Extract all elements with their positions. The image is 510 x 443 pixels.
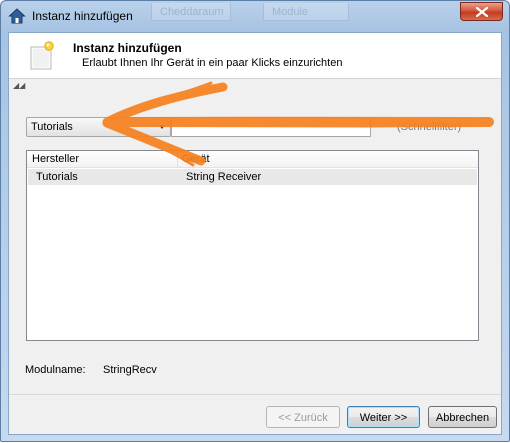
new-instance-icon bbox=[28, 41, 56, 71]
wizard-subtitle: Erlaubt Ihnen Ihr Gerät in ein paar Klic… bbox=[82, 57, 343, 69]
quick-filter-input[interactable] bbox=[171, 117, 371, 137]
window-title: Instanz hinzufügen bbox=[32, 9, 133, 23]
background-tab: Cheddaraum bbox=[151, 3, 231, 21]
collapse-header-icon[interactable]: ◢◢ bbox=[13, 82, 25, 90]
quick-filter-placeholder: (Schnellfilter) bbox=[397, 121, 462, 133]
cell-manufacturer: Tutorials bbox=[36, 171, 78, 183]
back-button[interactable]: << Zurück bbox=[266, 406, 340, 428]
column-header-device[interactable]: Gerät bbox=[182, 153, 210, 165]
wizard-title: Instanz hinzufügen bbox=[73, 41, 182, 55]
cancel-button[interactable]: Abbrechen bbox=[428, 406, 497, 428]
home-icon bbox=[8, 7, 26, 25]
device-list[interactable]: Hersteller Gerät Tutorials String Receiv… bbox=[26, 150, 479, 341]
module-name-value: StringRecv bbox=[103, 364, 157, 376]
column-header-manufacturer[interactable]: Hersteller bbox=[32, 153, 79, 165]
footer-separator bbox=[9, 394, 501, 395]
wizard-header: Instanz hinzufügen Erlaubt Ihnen Ihr Ger… bbox=[9, 33, 501, 79]
dialog-window: Instanz hinzufügen Cheddaraum Module Ins… bbox=[0, 0, 510, 442]
title-bar[interactable]: Instanz hinzufügen Cheddaraum Module bbox=[1, 1, 509, 31]
close-button[interactable] bbox=[460, 2, 503, 21]
table-row[interactable]: Tutorials String Receiver bbox=[28, 169, 477, 185]
list-header: Hersteller Gerät bbox=[27, 151, 478, 168]
module-name-label: Modulname: bbox=[25, 364, 86, 376]
category-select-value: Tutorials bbox=[31, 121, 73, 133]
category-select[interactable]: Tutorials bbox=[26, 117, 171, 137]
cell-device: String Receiver bbox=[186, 171, 262, 183]
column-divider[interactable] bbox=[177, 151, 178, 167]
chevron-down-icon bbox=[159, 125, 165, 129]
dialog-client-area: Instanz hinzufügen Erlaubt Ihnen Ihr Ger… bbox=[8, 32, 502, 435]
background-tab: Module bbox=[263, 3, 349, 21]
next-button[interactable]: Weiter >> bbox=[347, 406, 420, 428]
